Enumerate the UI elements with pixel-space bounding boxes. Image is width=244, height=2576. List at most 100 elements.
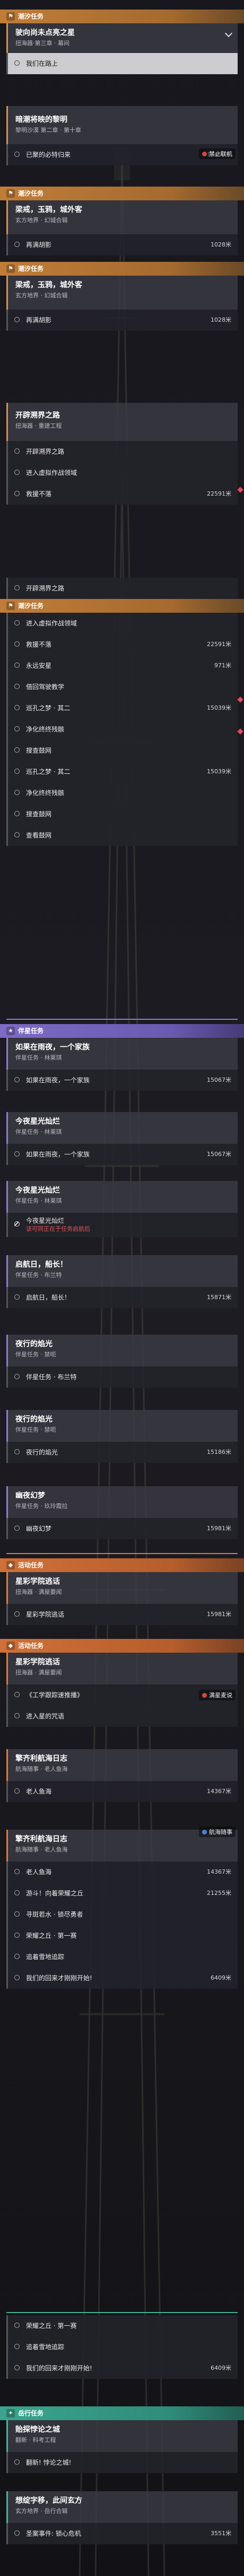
objective-item[interactable]: 借回驾驶教学	[6, 676, 238, 698]
objective-item-selected[interactable]: 我们在路上	[6, 53, 238, 74]
section-header-activity[interactable]: ◆ 活动任务	[0, 1639, 244, 1653]
objective-item[interactable]: 追着雪地追踪	[6, 1946, 238, 1968]
objective-item[interactable]: 我们的回来才刚刚开始! 6409米	[6, 1968, 238, 1989]
objective-item[interactable]: 夜行的焰光 15186米	[6, 1442, 238, 1463]
objective-item[interactable]: 开辟溯界之路	[6, 578, 238, 599]
quest-title: 开辟溯界之路	[15, 411, 60, 420]
objective-distance: 15186米	[207, 1449, 231, 1455]
objective-item[interactable]: 巡孔之梦 · 其二 15039米	[6, 761, 238, 782]
objective-status-icon	[14, 705, 20, 710]
objective-item[interactable]: 搜查鼓网	[6, 740, 238, 761]
objective-item[interactable]: 如果在雨夜，一个家族 15067米	[6, 1070, 238, 1091]
badge-label: 航海随事	[209, 1829, 232, 1836]
objective-item[interactable]: 圣案事件: 锁心危机 3551米	[6, 2523, 238, 2544]
objective-item[interactable]: 追着雪地追踪	[6, 2336, 238, 2358]
objective-distance: 14367米	[207, 1868, 231, 1875]
objective-item[interactable]: 再满胡影 1028米	[6, 310, 238, 331]
section-header-core[interactable]: ⚑ 潮汐任务	[0, 10, 244, 23]
objective-item[interactable]: 进入虚拟作战领域	[6, 613, 238, 634]
section-title: 岳行任务	[18, 2410, 44, 2417]
section-header-trip[interactable]: ✦ 岳行任务	[0, 2406, 244, 2420]
objective-status-icon	[14, 1933, 20, 1938]
objective-item[interactable]: 寻斑若水 · 锁尽勇者	[6, 1904, 238, 1925]
quest-card[interactable]: 启航日，船长！ 伴星任务 · 布兰特	[6, 1255, 238, 1287]
objective-item[interactable]: 查看鼓网	[6, 825, 238, 846]
objective-status-icon	[14, 585, 20, 590]
objective-item[interactable]: 翻新! 悖论之城!	[6, 2452, 238, 2473]
objective-item[interactable]: 再满胡影 1028米	[6, 234, 238, 255]
objective-distance: 6409米	[211, 2365, 231, 2371]
objective-item[interactable]: 游斗！向着荣耀之丘 21255米	[6, 1883, 238, 1904]
quest-title: 星彩学院逃话	[15, 1658, 60, 1666]
objective-item[interactable]: 进入星的咒语	[6, 1706, 238, 1727]
objective-item[interactable]: 星彩学院逃话 15981米	[6, 1604, 238, 1625]
objective-item[interactable]: 净化终终残骸	[6, 719, 238, 740]
objective-distance: 971米	[214, 662, 231, 669]
quest-card[interactable]: 擎齐利航海日志 航海随事 · 老人鱼海	[6, 1749, 238, 1781]
section-divider	[6, 1019, 238, 1020]
quest-subtitle: 黎明沙漠 第二章 · 第十章	[15, 127, 81, 134]
objective-status-icon	[14, 1151, 20, 1157]
quest-card[interactable]: 想绽字移，此间玄方 玄方地界 · 岳行合辑	[6, 2491, 238, 2523]
section-core-1: ⚑ 潮汐任务 驶向尚未点亮之星 扭海器·第三章 · 幕间 我们在路上	[0, 10, 244, 74]
section-companion-2: 今夜星光灿烂 伴星任务 · 林莱琪 如果在雨夜，一个家族 15067米	[0, 1112, 244, 1165]
quest-card[interactable]: 贻探悖论之城 翻新 · 科考工程	[6, 2420, 238, 2452]
section-header-activity[interactable]: ◆ 活动任务	[0, 1558, 244, 1572]
quest-card[interactable]: 开辟溯界之路 扭海器 · 重建工程	[6, 403, 238, 441]
new-marker-icon	[237, 728, 243, 735]
objective-item[interactable]: 老人鱼海 14367米	[6, 1781, 238, 1802]
section-activity-1: ◆ 活动任务 星彩学院逃话 扭海器 · 满屋要闻 星彩学院逃话 15981米	[0, 1558, 244, 1625]
quest-card[interactable]: 今夜星光灿烂 伴星任务 · 林莱琪	[6, 1181, 238, 1213]
objective-item[interactable]: 搜查鼓网	[6, 804, 238, 825]
quest-card[interactable]: 梁戒，玉鸦，城外客 玄方地界 · 幻城合辑	[6, 276, 238, 310]
objective-item[interactable]: 幽夜幻梦 15981米	[6, 1518, 238, 1539]
objective-item[interactable]: 永远安星 971米	[6, 655, 238, 676]
section-core-4: ⚑ 潮汐任务 梁戒，玉鸦，城外客 玄方地界 · 幻城合辑 再满胡影 1028米	[0, 262, 244, 331]
objective-item[interactable]: 开辟溯界之路	[6, 441, 238, 462]
objective-item[interactable]: 启航日，船长！ 15871米	[6, 1287, 238, 1308]
quest-card[interactable]: 如果在雨夜，一个家族 伴星任务 · 林莱琪	[6, 1038, 238, 1070]
objective-item[interactable]: 荣耀之丘 · 第一赛	[6, 1925, 238, 1946]
objective-item[interactable]: 净化终终残骸	[6, 782, 238, 804]
quest-card[interactable]: 驶向尚未点亮之星 扭海器·第三章 · 幕间	[6, 23, 238, 53]
section-header-core[interactable]: ⚑ 潮汐任务	[0, 187, 244, 200]
objective-label: 再满胡影	[26, 316, 52, 324]
quest-card[interactable]: 今夜星光灿烂 伴星任务 · 林莱琪	[6, 1112, 238, 1144]
quest-card[interactable]: 星彩学院逃话 扭海器 · 满屋要闻	[6, 1572, 238, 1604]
objective-label: 伴星任务 · 布兰特	[26, 1373, 77, 1381]
objective-item[interactable]: 巡孔之梦 · 其二 15039米	[6, 698, 238, 719]
star-icon: ★	[6, 1027, 15, 1035]
objective-item[interactable]: 荣耀之丘 · 第一赛	[6, 2315, 238, 2336]
objective-label: 净化终终残骸	[26, 726, 65, 733]
section-header-core[interactable]: ⚑ 潮汐任务	[0, 599, 244, 613]
section-header-companion[interactable]: ★ 伴星任务	[0, 1024, 244, 1038]
objective-label: 救援不落	[26, 490, 52, 498]
quest-card[interactable]: 暗潮将映的黎明 黎明沙漠 第二章 · 第十章	[6, 106, 238, 144]
flag-icon: ⚑	[6, 12, 15, 21]
quest-subtitle: 航海随事 · 老人鱼海	[15, 1766, 68, 1772]
quest-card[interactable]: 幽夜幻梦 伴星任务 · 玖玲霞拉	[6, 1486, 238, 1518]
quest-card[interactable]: 梁戒，玉鸦，城外客 玄方地界 · 幻城合辑	[6, 200, 238, 234]
quest-title: 今夜星光灿烂	[15, 1186, 60, 1195]
quest-subtitle: 翻新 · 科考工程	[15, 2437, 56, 2443]
objective-item[interactable]: 救援不落 22591米	[6, 634, 238, 655]
objective-item[interactable]: 如果在雨夜，一个家族 15067米	[6, 1144, 238, 1165]
objective-item[interactable]: 进入虚拟作战领域	[6, 462, 238, 483]
objective-label: 星彩学院逃话	[26, 1611, 65, 1618]
quest-card[interactable]: 星彩学院逃话 扭海器 · 满屋要闻	[6, 1653, 238, 1684]
section-header-core[interactable]: ⚑ 潮汐任务	[0, 262, 244, 276]
quest-card[interactable]: 夜行的焰光 伴星任务 · 禁呃	[6, 1335, 238, 1366]
objective-label: 《工学跟踪速推播》	[26, 1691, 84, 1699]
objective-item[interactable]: 救援不落 22591米	[6, 483, 238, 505]
objective-item-locked[interactable]: 今夜星光灿烂 该可同正在于任务启航后	[6, 1213, 238, 1237]
section-title: 伴星任务	[18, 1027, 44, 1035]
objective-item[interactable]: 我们的回来才刚刚开始! 6409米	[6, 2358, 238, 2379]
quest-title: 擎齐利航海日志	[15, 1754, 67, 1763]
objective-status-icon	[14, 1975, 20, 1980]
objective-distance: 15067米	[207, 1151, 231, 1158]
quest-subtitle: 扭海器 · 重建工程	[15, 422, 62, 429]
quest-card[interactable]: 夜行的焰光 伴星任务 · 禁呃	[6, 1410, 238, 1442]
objective-item[interactable]: 伴星任务 · 布兰特	[6, 1366, 238, 1388]
quest-title: 贻探悖论之城	[15, 2425, 60, 2434]
objective-item[interactable]: 老人鱼海 14367米	[6, 1862, 238, 1883]
